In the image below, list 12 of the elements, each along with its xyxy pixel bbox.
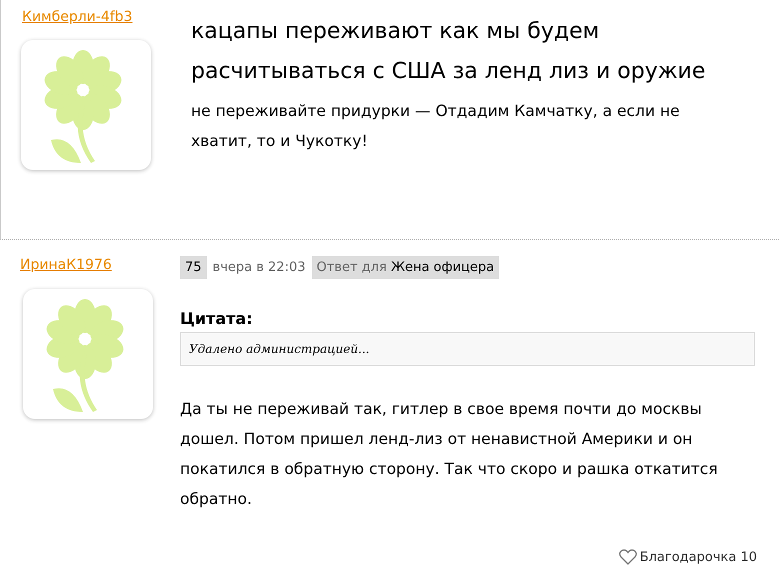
author-link[interactable]: Кимберли-4fb3 [22,9,132,25]
post-title: кацапы переживают как мы будем расчитываться с США за ленд лиз и оружие [191,18,706,86]
reply-label: Ответ для Жена офицера [312,256,500,279]
post-time: вчера в 22:03 [212,260,306,275]
quote-label: Цитата: [180,309,254,328]
post-text: Да ты не переживай так, гитлер в свое время почти до москвы дошел. Потом пришел ленд-лиз от ненавистной Америки и он покатился в обратную сторону. Так что скоро и рашка откатится обратно. [180,399,719,510]
post-number: 75 [180,256,207,279]
post-text: не переживайте придурки — Отдадим Камчатку, а если не хватит, то и Чукотку! [191,101,681,152]
author-link[interactable]: ИринаК1976 [20,257,112,273]
thanks-button[interactable]: Благодарочка 10 [618,549,757,565]
heart-icon [618,549,637,565]
quote-text: Удалено администрацией... [180,332,755,366]
